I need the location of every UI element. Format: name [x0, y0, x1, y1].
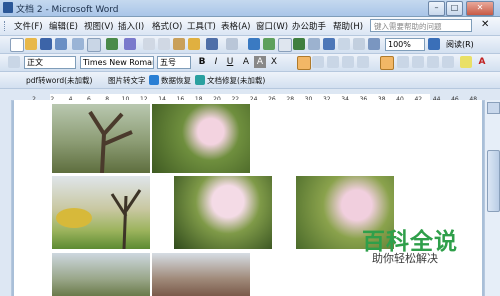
- close-document-icon[interactable]: ✕: [481, 19, 489, 30]
- scroll-thumb[interactable]: [487, 150, 500, 212]
- show-hide-icon[interactable]: [353, 38, 365, 50]
- underline-button[interactable]: U: [224, 56, 236, 68]
- menu-office-assistant[interactable]: 办公助手: [292, 20, 326, 32]
- formatting-toolbar: 正文 Times New Roman 五号 B I U A A X A: [0, 54, 500, 72]
- menu-format[interactable]: 格式(O): [152, 20, 182, 32]
- copy-icon[interactable]: [158, 38, 170, 50]
- permission-icon[interactable]: [55, 38, 67, 50]
- menu-window[interactable]: 窗口(W): [256, 20, 288, 32]
- vertical-scrollbar[interactable]: [484, 100, 500, 296]
- data-recovery-button[interactable]: 数据恢复: [161, 75, 191, 87]
- menu-edit[interactable]: 编辑(E): [49, 20, 78, 32]
- new-document-icon[interactable]: [10, 38, 24, 52]
- maximize-button[interactable]: □: [446, 1, 463, 16]
- close-button[interactable]: ✕: [466, 1, 494, 16]
- word-app-icon[interactable]: [3, 2, 13, 13]
- bold-button[interactable]: B: [196, 56, 208, 68]
- font-size-select[interactable]: 五号: [157, 56, 191, 69]
- menu-file[interactable]: 文件(F): [14, 20, 43, 32]
- pdf-to-word-button[interactable]: pdf转word(未加载): [26, 75, 92, 87]
- line-spacing-icon[interactable]: [380, 56, 394, 70]
- tables-borders-icon[interactable]: [263, 38, 275, 50]
- menu-tools[interactable]: 工具(T): [187, 20, 216, 32]
- highlight-icon[interactable]: [460, 56, 472, 68]
- vertical-ruler[interactable]: [0, 100, 12, 296]
- font-select[interactable]: Times New Roman: [80, 56, 154, 69]
- show-markup-icon[interactable]: [368, 38, 380, 50]
- title-bar: 文档 2 - Microsoft Word – □ ✕: [0, 0, 500, 17]
- drawing-icon[interactable]: [323, 38, 335, 50]
- character-border-button[interactable]: A: [240, 56, 252, 68]
- format-painter-icon[interactable]: [188, 38, 200, 50]
- help-icon[interactable]: [428, 38, 440, 50]
- blossom-photo[interactable]: [152, 104, 250, 173]
- style-select[interactable]: 正文: [24, 56, 76, 69]
- reading-mode-button[interactable]: 阅读(R): [446, 39, 474, 50]
- document-map-icon[interactable]: [338, 38, 350, 50]
- zoom-select[interactable]: 100%: [385, 38, 425, 51]
- undo-icon[interactable]: [206, 38, 218, 50]
- scroll-up-button[interactable]: [487, 102, 500, 114]
- document-repair-button[interactable]: 文档修复(未加载): [207, 75, 265, 87]
- standard-toolbar: 100% 阅读(R): [0, 36, 500, 54]
- justify-icon[interactable]: [342, 56, 354, 68]
- menu-help[interactable]: 帮助(H): [333, 20, 363, 32]
- help-search-input[interactable]: 键入需要帮助的问题: [370, 19, 472, 32]
- picture-to-text-button[interactable]: 图片转文字: [108, 75, 146, 87]
- research-icon[interactable]: [124, 38, 136, 50]
- menu-view[interactable]: 视图(V): [84, 20, 113, 32]
- columns-icon[interactable]: [308, 38, 320, 50]
- align-center-icon[interactable]: [312, 56, 324, 68]
- character-scale-button[interactable]: X: [268, 56, 280, 68]
- paste-icon[interactable]: [173, 38, 185, 50]
- print-preview-icon[interactable]: [87, 38, 101, 52]
- tree-photo[interactable]: [152, 253, 250, 296]
- insert-table-icon[interactable]: [278, 38, 292, 52]
- font-color-button[interactable]: A: [476, 56, 488, 68]
- document-page[interactable]: 百科全说 助你轻松解决: [14, 100, 482, 296]
- garden-photo[interactable]: [52, 176, 150, 249]
- bullets-icon[interactable]: [412, 56, 424, 68]
- redo-icon[interactable]: [226, 38, 238, 50]
- character-shading-button[interactable]: A: [254, 56, 266, 68]
- increase-indent-icon[interactable]: [442, 56, 454, 68]
- menu-insert[interactable]: 插入(I): [118, 20, 144, 32]
- print-icon[interactable]: [72, 38, 84, 50]
- blossom-photo[interactable]: [174, 176, 272, 249]
- hyperlink-icon[interactable]: [248, 38, 260, 50]
- tree-photo[interactable]: [52, 253, 150, 296]
- spelling-icon[interactable]: [106, 38, 118, 50]
- align-left-icon[interactable]: [297, 56, 311, 70]
- decrease-indent-icon[interactable]: [427, 56, 439, 68]
- plugin-toolbar: pdf转word(未加载) 图片转文字 数据恢复 文档修复(未加载): [0, 72, 500, 89]
- insert-excel-icon[interactable]: [293, 38, 305, 50]
- minimize-button[interactable]: –: [428, 1, 445, 16]
- watermark-subtitle: 助你轻松解决: [372, 252, 438, 265]
- distributed-icon[interactable]: [357, 56, 369, 68]
- cut-icon[interactable]: [143, 38, 155, 50]
- window-title: 文档 2 - Microsoft Word: [16, 5, 119, 15]
- data-recovery-icon: [149, 75, 159, 85]
- align-right-icon[interactable]: [327, 56, 339, 68]
- numbering-icon[interactable]: [397, 56, 409, 68]
- open-icon[interactable]: [25, 38, 37, 50]
- document-repair-icon: [195, 75, 205, 85]
- tree-photo[interactable]: [52, 104, 150, 173]
- italic-button[interactable]: I: [210, 56, 222, 68]
- menu-grip[interactable]: [4, 21, 8, 31]
- menu-table[interactable]: 表格(A): [221, 20, 250, 32]
- styles-pane-icon[interactable]: [8, 56, 20, 68]
- save-icon[interactable]: [40, 38, 52, 50]
